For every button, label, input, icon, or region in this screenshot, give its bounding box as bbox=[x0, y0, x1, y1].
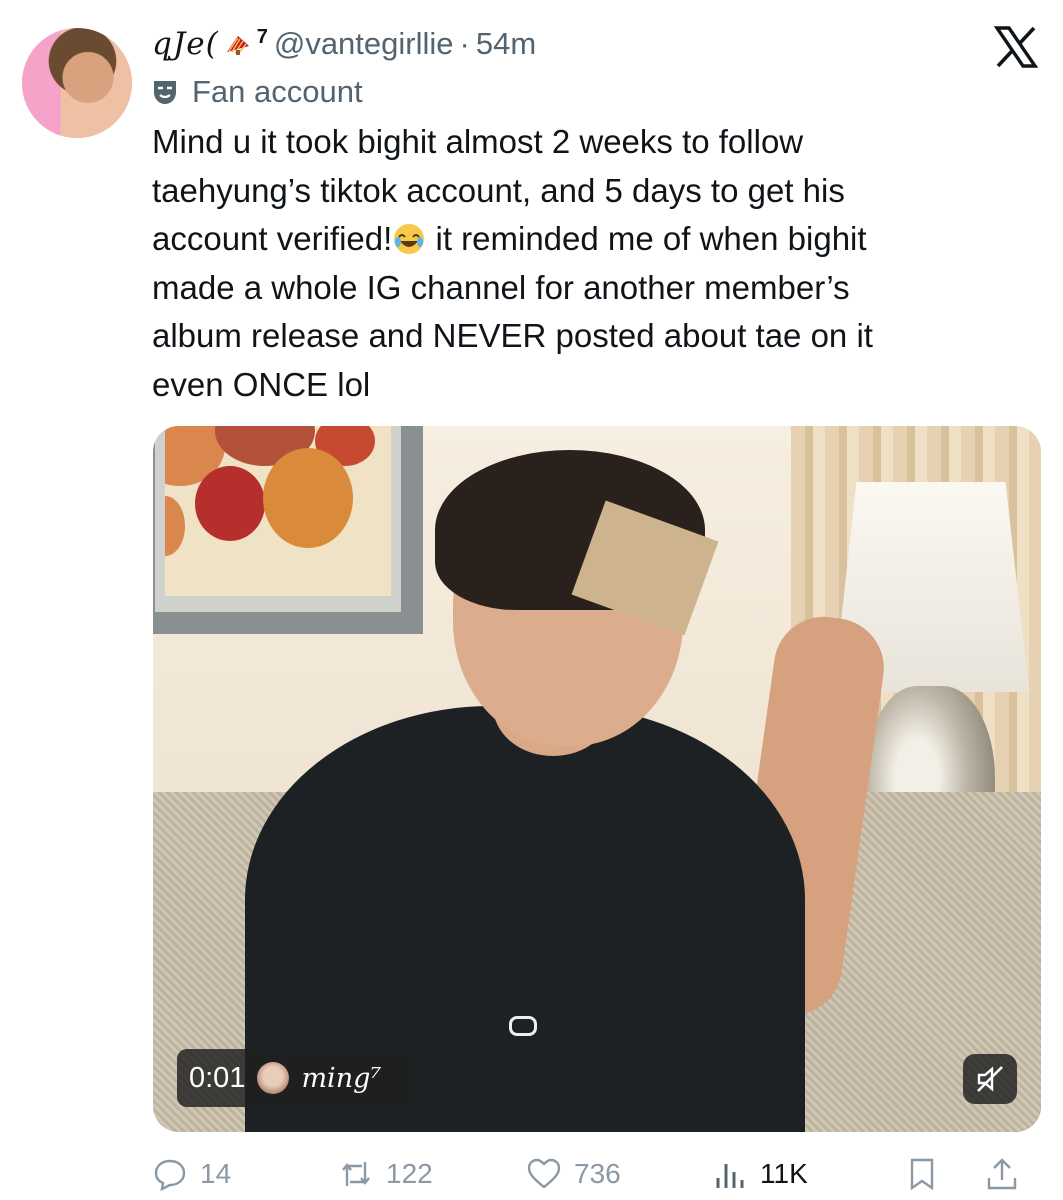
watermark-avatar bbox=[257, 1062, 290, 1094]
reply-icon bbox=[154, 1159, 186, 1192]
author-avatar[interactable] bbox=[22, 28, 132, 138]
author-display-name[interactable]: qJe( bbox=[152, 26, 219, 62]
fan-fan-icon bbox=[226, 36, 249, 55]
repost-icon bbox=[342, 1162, 370, 1186]
video-watermark: ming⁷ bbox=[301, 1062, 382, 1094]
account-label[interactable]: Fan account bbox=[152, 72, 363, 112]
mute-toggle-button[interactable] bbox=[963, 1054, 1017, 1104]
video-player[interactable] bbox=[153, 426, 1041, 1132]
reply-count: 14 bbox=[200, 1158, 232, 1189]
share-icon bbox=[987, 1158, 1017, 1190]
video-frame-picture-frame bbox=[153, 426, 423, 634]
video-frame-shirt-logo bbox=[509, 1016, 537, 1036]
x-logo-icon[interactable] bbox=[994, 26, 1038, 68]
author-badge-number: 7 bbox=[256, 25, 268, 48]
mute-icon bbox=[977, 1066, 1003, 1092]
reply-button[interactable]: 14 bbox=[152, 1150, 231, 1198]
laughing-emoji-icon bbox=[394, 224, 425, 254]
account-label-text: Fan account bbox=[192, 74, 363, 109]
repost-button[interactable]: 122 bbox=[338, 1150, 433, 1198]
like-button[interactable]: 736 bbox=[526, 1150, 621, 1198]
tweet-action-bar: 14 122 736 11K bbox=[152, 1150, 1032, 1198]
tweet-text: Mind u it took bighit almost 2 weeks to … bbox=[152, 118, 1032, 409]
video-frame-painting bbox=[165, 426, 391, 596]
video-timestamp: 0:01 bbox=[189, 1061, 246, 1094]
views-button[interactable]: 11K bbox=[712, 1150, 808, 1198]
tweet-header: qJe( 7 @vantegirllie · 54m bbox=[152, 22, 536, 66]
like-icon bbox=[527, 1158, 561, 1189]
like-count: 736 bbox=[574, 1158, 621, 1189]
header-separator: · bbox=[459, 26, 470, 61]
avatar-photo bbox=[22, 28, 132, 138]
author-handle[interactable]: @vantegirllie bbox=[274, 26, 454, 62]
view-count: 11K bbox=[760, 1158, 808, 1189]
tweet-timestamp[interactable]: 54m bbox=[476, 26, 536, 62]
bookmark-button[interactable] bbox=[904, 1150, 940, 1198]
repost-count: 122 bbox=[386, 1158, 433, 1189]
masks-icon bbox=[154, 81, 176, 104]
bookmark-icon bbox=[910, 1158, 934, 1191]
video-info-overlay: 0:01 ming⁷ bbox=[177, 1049, 410, 1107]
share-button[interactable] bbox=[984, 1150, 1020, 1198]
views-icon bbox=[716, 1164, 744, 1188]
